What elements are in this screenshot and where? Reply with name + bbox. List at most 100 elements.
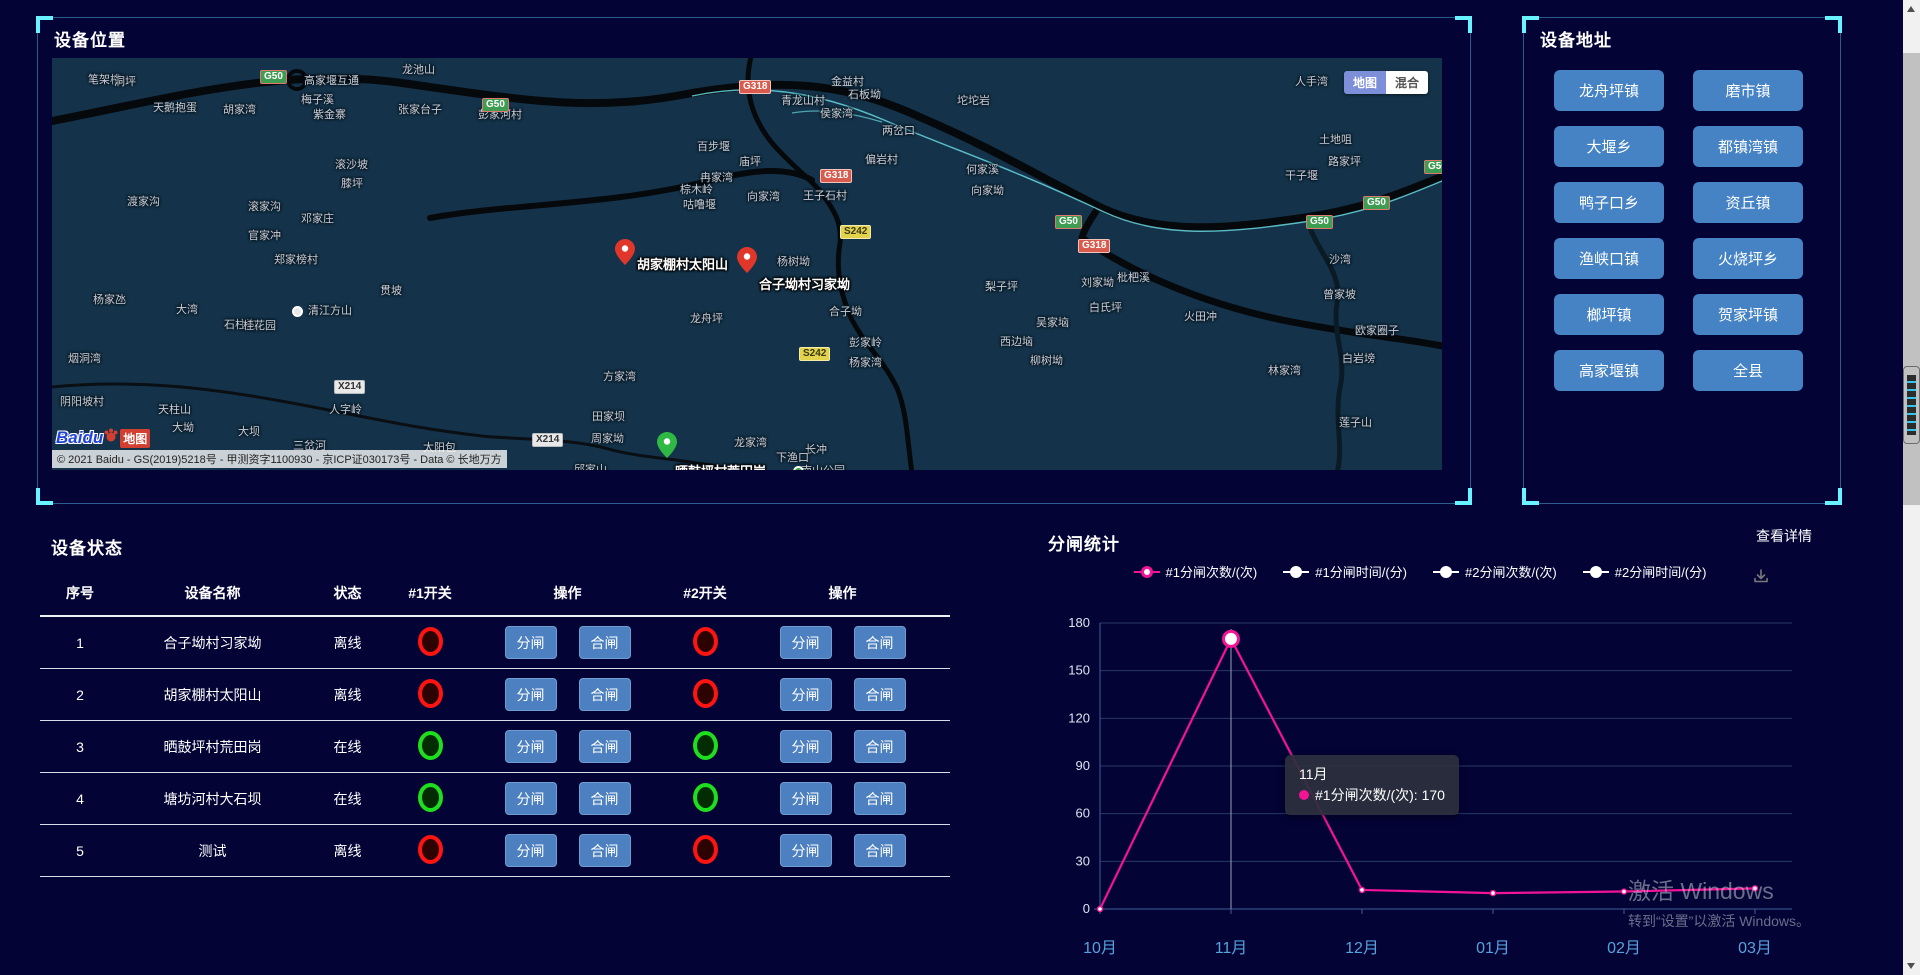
switch1-actions: 分闸合闸 (470, 678, 665, 711)
device-location-panel: 设备位置 笔架槽洞坪高家堰互通梅子溪天鹅抱蛋胡家湾紫金寨张家台子彭家河村龙池山金… (37, 17, 1471, 504)
map-type-option-map[interactable]: 地图 (1344, 71, 1386, 94)
address-button[interactable]: 鸭子口乡 (1554, 182, 1664, 223)
close-switch-button[interactable]: 合闸 (854, 782, 906, 815)
device-status: 离线 (305, 685, 390, 705)
map-place-label: 张家台子 (398, 101, 442, 117)
map-place-label: 贯坡 (380, 282, 402, 298)
svg-text:90: 90 (1076, 758, 1090, 773)
close-switch-button[interactable]: 合闸 (854, 730, 906, 763)
map-place-label: 滚家沟 (248, 198, 281, 214)
switch1-actions: 分闸合闸 (470, 834, 665, 867)
map-place-label: 人字岭 (329, 401, 362, 417)
baidu-logo: Baidu 地图 (56, 428, 150, 448)
map-place-label: 青龙山村 (781, 92, 825, 108)
map-marker-pin[interactable] (657, 432, 677, 458)
map-place-label: 林家湾 (1268, 362, 1301, 378)
close-switch-button[interactable]: 合闸 (854, 626, 906, 659)
close-switch-button[interactable]: 合闸 (579, 626, 631, 659)
map-place-label: 土地咀 (1319, 131, 1352, 147)
map-place-label: 吴家垴 (1036, 314, 1069, 330)
address-button[interactable]: 大堰乡 (1554, 126, 1664, 167)
map-marker-pin[interactable] (737, 247, 757, 273)
map-place-label: 侯家湾 (820, 105, 853, 121)
open-switch-button[interactable]: 分闸 (505, 730, 557, 763)
map-place-label: 合子坳 (829, 303, 862, 319)
close-switch-button[interactable]: 合闸 (579, 782, 631, 815)
device-status: 离线 (305, 633, 390, 653)
open-switch-button[interactable]: 分闸 (505, 834, 557, 867)
map-place-label: 庙坪 (739, 153, 761, 169)
map-place-label: 彭家岭 (849, 334, 882, 350)
open-switch-button[interactable]: 分闸 (780, 626, 832, 659)
address-button[interactable]: 资丘镇 (1693, 182, 1803, 223)
address-button[interactable]: 贺家坪镇 (1693, 294, 1803, 335)
row-index: 2 (40, 687, 120, 703)
table-row: 4塘坊河村大石坝在线分闸合闸分闸合闸 (40, 773, 950, 825)
table-header-cell: #2开关 (665, 583, 745, 603)
table-header-row: 序号设备名称状态#1开关操作#2开关操作 (40, 571, 950, 617)
address-button[interactable]: 高家堰镇 (1554, 350, 1664, 391)
address-button[interactable]: 榔坪镇 (1554, 294, 1664, 335)
address-button[interactable]: 磨市镇 (1693, 70, 1803, 111)
close-switch-button[interactable]: 合闸 (854, 834, 906, 867)
map-place-label: 偏岩村 (865, 151, 898, 167)
open-switch-button[interactable]: 分闸 (780, 782, 832, 815)
road-number-badge: G50 (1306, 215, 1333, 229)
scroll-up-arrow-icon[interactable] (1907, 6, 1915, 12)
address-button[interactable]: 渔峡口镇 (1554, 238, 1664, 279)
scroll-down-arrow-icon[interactable] (1907, 963, 1915, 969)
map-place-label: 火田冲 (1184, 308, 1217, 324)
row-index: 5 (40, 843, 120, 859)
switch2-indicator (693, 835, 718, 864)
road-number-badge: G318 (1078, 239, 1110, 253)
open-switch-button[interactable]: 分闸 (780, 678, 832, 711)
switch2-actions: 分闸合闸 (745, 782, 940, 815)
row-index: 4 (40, 791, 120, 807)
map-place-label: 清江方山 (308, 302, 352, 318)
switch2-indicator (693, 731, 718, 760)
svg-text:60: 60 (1076, 806, 1090, 821)
switch2-indicator (693, 783, 718, 812)
close-switch-button[interactable]: 合闸 (579, 730, 631, 763)
close-switch-button[interactable]: 合闸 (854, 678, 906, 711)
switch1-indicator (418, 627, 443, 656)
map-place-label: 向家湾 (747, 188, 780, 204)
device-name: 胡家棚村太阳山 (120, 685, 305, 705)
svg-text:11月: 11月 (1215, 940, 1248, 957)
corner-accent (1825, 16, 1842, 33)
map-marker-pin[interactable] (615, 239, 635, 265)
open-switch-button[interactable]: 分闸 (505, 626, 557, 659)
map-place-label: 白岩塝 (1342, 350, 1375, 366)
map-type-option-hybrid[interactable]: 混合 (1386, 71, 1428, 94)
corner-accent (36, 488, 53, 505)
baidu-map[interactable]: 笔架槽洞坪高家堰互通梅子溪天鹅抱蛋胡家湾紫金寨张家台子彭家河村龙池山金益村石板坳… (52, 58, 1442, 470)
map-place-label: 周家坳 (591, 430, 624, 446)
corner-accent (1825, 488, 1842, 505)
map-place-label: 杨树坳 (777, 253, 810, 269)
map-place-label: 官家冲 (248, 227, 281, 243)
road-number-badge: G50 (1424, 160, 1442, 174)
device-status-table: 序号设备名称状态#1开关操作#2开关操作1合子坳村习家坳离线分闸合闸分闸合闸2胡… (40, 571, 950, 877)
address-button[interactable]: 龙舟坪镇 (1554, 70, 1664, 111)
address-button[interactable]: 全县 (1693, 350, 1803, 391)
device-status: 在线 (305, 789, 390, 809)
close-switch-button[interactable]: 合闸 (579, 834, 631, 867)
open-switch-button[interactable]: 分闸 (505, 782, 557, 815)
address-button-grid: 龙舟坪镇磨市镇大堰乡都镇湾镇鸭子口乡资丘镇渔峡口镇火烧坪乡榔坪镇贺家坪镇高家堰镇… (1554, 70, 1803, 391)
map-place-label: 曾家坡 (1323, 286, 1356, 302)
line-chart[interactable]: 030609012015018010月11月12月01月02月03月 (1040, 520, 1870, 975)
close-switch-button[interactable]: 合闸 (579, 678, 631, 711)
svg-text:30: 30 (1076, 853, 1090, 868)
svg-text:120: 120 (1068, 710, 1090, 725)
map-place-label: 咕噜堰 (683, 196, 716, 212)
open-switch-button[interactable]: 分闸 (780, 730, 832, 763)
svg-text:0: 0 (1083, 901, 1090, 916)
road-number-badge: G318 (739, 80, 771, 94)
map-place-label: 梅子溪 (301, 91, 334, 107)
address-button[interactable]: 火烧坪乡 (1693, 238, 1803, 279)
address-button[interactable]: 都镇湾镇 (1693, 126, 1803, 167)
vertical-scrollbar[interactable] (1903, 0, 1920, 975)
switch1-indicator (418, 835, 443, 864)
open-switch-button[interactable]: 分闸 (505, 678, 557, 711)
open-switch-button[interactable]: 分闸 (780, 834, 832, 867)
